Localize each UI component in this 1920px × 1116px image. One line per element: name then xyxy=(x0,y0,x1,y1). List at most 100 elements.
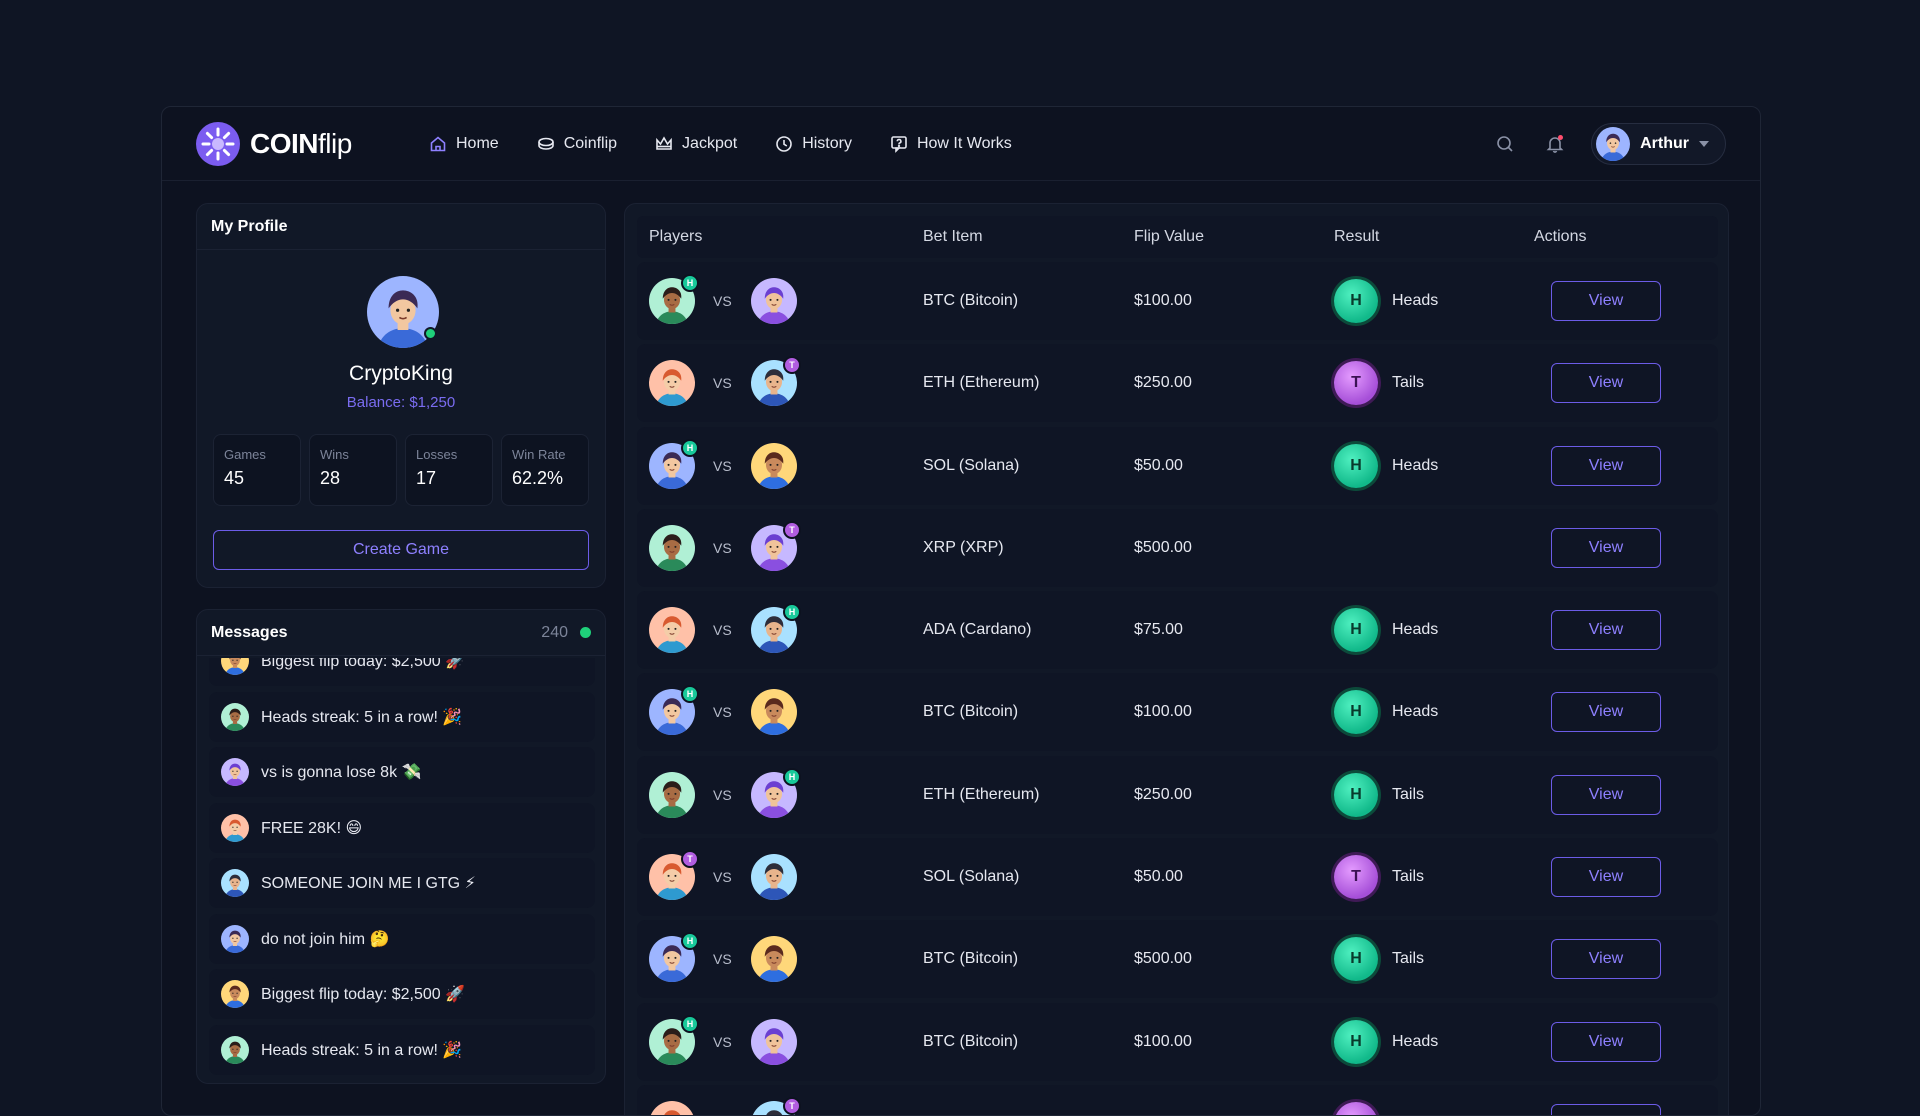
player-two-avatar[interactable]: H xyxy=(751,772,797,818)
result-text: Heads xyxy=(1392,457,1438,475)
message-text: SOMEONE JOIN ME I GTG ⚡ xyxy=(261,873,476,893)
table-row: T VS SOL (Solana) $50.00 TTails View xyxy=(637,838,1718,916)
profile-card: My Profile CryptoKing Balance: $1,250 Ga… xyxy=(196,203,606,588)
result-cell: H Tails xyxy=(1334,773,1424,817)
bet-item: ETH (Ethereum) xyxy=(923,374,1039,392)
nav-history[interactable]: History xyxy=(756,129,871,159)
view-button[interactable]: View xyxy=(1551,528,1661,568)
table-row: VS H ETH (Ethereum) $250.00 HTails View xyxy=(637,756,1718,834)
nav-jackpot-label: Jackpot xyxy=(682,135,737,153)
create-game-button[interactable]: Create Game xyxy=(213,530,589,570)
bet-item: BTC (Bitcoin) xyxy=(923,1033,1018,1051)
user-menu[interactable]: Arthur xyxy=(1591,123,1726,165)
profile-title: My Profile xyxy=(197,204,605,250)
table-row: VS T ETH (Ethereum) $250.00 TTails View xyxy=(637,344,1718,422)
message-text: Heads streak: 5 in a row! 🎉 xyxy=(261,1040,462,1060)
message-text: do not join him 🤔 xyxy=(261,929,389,949)
result-text: Heads xyxy=(1392,292,1438,310)
player-two-avatar[interactable] xyxy=(751,689,797,735)
nav-coinflip[interactable]: Coinflip xyxy=(518,129,636,159)
message-avatar xyxy=(221,869,249,897)
player-one-avatar[interactable] xyxy=(649,360,695,406)
result-text: Tails xyxy=(1392,374,1424,392)
player-two-avatar[interactable] xyxy=(751,1019,797,1065)
nav-home[interactable]: Home xyxy=(410,129,518,159)
app-window: COINflip Home Coinflip Jackpot History H… xyxy=(161,106,1761,1116)
result-cell: HTails xyxy=(1334,937,1424,981)
profile-username: CryptoKing xyxy=(197,362,605,386)
view-button[interactable]: View xyxy=(1551,939,1661,979)
header-bet-item: Bet Item xyxy=(923,228,983,246)
nav-how-it-works[interactable]: How It Works xyxy=(871,129,1031,159)
player-one-avatar[interactable]: H xyxy=(649,278,695,324)
result-coin-icon: T xyxy=(1334,1102,1378,1116)
player-side-badge: T xyxy=(681,850,699,868)
player-two-avatar[interactable] xyxy=(751,443,797,489)
player-side-badge: H xyxy=(681,932,699,950)
vs-label: VS xyxy=(713,1034,732,1050)
vs-label: VS xyxy=(713,704,732,720)
view-button[interactable]: View xyxy=(1551,446,1661,486)
clock-icon xyxy=(775,135,793,153)
message-avatar xyxy=(221,1036,249,1064)
result-text: Tails xyxy=(1392,868,1424,886)
table-header: Players Bet Item Flip Value Result Actio… xyxy=(637,216,1718,258)
player-two-avatar[interactable]: T xyxy=(751,360,797,406)
message-avatar xyxy=(221,980,249,1008)
player-one-avatar[interactable]: H xyxy=(649,443,695,489)
search-button[interactable] xyxy=(1487,126,1523,162)
result-coin-icon: H xyxy=(1334,690,1378,734)
messages-list[interactable]: Biggest flip today: $2,500 🚀 Heads strea… xyxy=(209,658,595,1080)
view-button[interactable]: View xyxy=(1551,363,1661,403)
view-button[interactable]: View xyxy=(1551,281,1661,321)
message-text: Biggest flip today: $2,500 🚀 xyxy=(261,658,465,671)
header-flip-value: Flip Value xyxy=(1134,228,1204,246)
games-table: Players Bet Item Flip Value Result Actio… xyxy=(624,203,1729,1116)
table-row: H VS BTC (Bitcoin) $100.00 HHeads View xyxy=(637,673,1718,751)
player-one-avatar[interactable] xyxy=(649,1101,695,1116)
message-text: vs is gonna lose 8k 💸 xyxy=(261,762,421,782)
message-item: FREE 28K! 😄 xyxy=(209,803,595,853)
message-item: SOMEONE JOIN ME I GTG ⚡ xyxy=(209,858,595,908)
nav-history-label: History xyxy=(802,135,852,153)
result-text: Heads xyxy=(1392,621,1438,639)
vs-label: VS xyxy=(713,622,732,638)
result-coin-icon: H xyxy=(1334,773,1378,817)
result-text: Heads xyxy=(1392,1033,1438,1051)
result-coin-icon: H xyxy=(1334,279,1378,323)
flip-value: $75.00 xyxy=(1134,621,1183,639)
player-two-avatar[interactable] xyxy=(751,278,797,324)
player-two-avatar[interactable]: T xyxy=(751,525,797,571)
bet-item: BTC (Bitcoin) xyxy=(923,950,1018,968)
view-button[interactable]: View xyxy=(1551,775,1661,815)
notifications-button[interactable] xyxy=(1537,126,1573,162)
player-two-avatar[interactable]: T xyxy=(751,1101,797,1116)
bet-item: BTC (Bitcoin) xyxy=(923,292,1018,310)
flip-value: $500.00 xyxy=(1134,950,1192,968)
player-one-avatar[interactable]: H xyxy=(649,689,695,735)
flip-value: $250.00 xyxy=(1134,374,1192,392)
view-button[interactable]: View xyxy=(1551,857,1661,897)
nav-jackpot[interactable]: Jackpot xyxy=(636,129,756,159)
result-text: Tails xyxy=(1392,950,1424,968)
player-two-avatar[interactable]: H xyxy=(751,607,797,653)
view-button[interactable]: View xyxy=(1551,1022,1661,1062)
player-one-avatar[interactable]: H xyxy=(649,1019,695,1065)
player-one-avatar[interactable]: H xyxy=(649,936,695,982)
player-one-avatar[interactable] xyxy=(649,607,695,653)
brand-logo[interactable]: COINflip xyxy=(196,121,352,167)
player-one-avatar[interactable]: T xyxy=(649,854,695,900)
view-button[interactable]: View xyxy=(1551,610,1661,650)
online-status-dot xyxy=(424,327,437,340)
result-text: Tails xyxy=(1392,786,1424,804)
help-icon xyxy=(890,135,908,153)
player-two-avatar[interactable] xyxy=(751,936,797,982)
player-one-avatar[interactable] xyxy=(649,772,695,818)
player-two-avatar[interactable] xyxy=(751,854,797,900)
view-button[interactable]: View xyxy=(1551,692,1661,732)
message-avatar xyxy=(221,814,249,842)
table-row: H VS SOL (Solana) $50.00 HHeads View xyxy=(637,427,1718,505)
player-one-avatar[interactable] xyxy=(649,525,695,571)
result-cell: HHeads xyxy=(1334,1020,1438,1064)
messages-card: Messages 240 Biggest flip today: $2,500 … xyxy=(196,609,606,1084)
